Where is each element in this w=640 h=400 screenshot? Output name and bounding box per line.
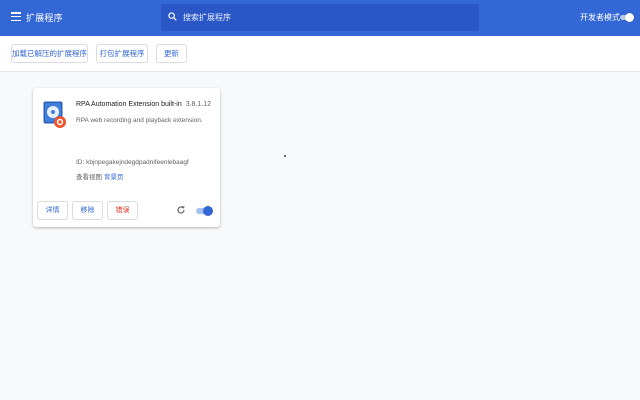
extension-id: ID: kbjnpegakejndegdpadnifeenlebaagf xyxy=(76,159,189,166)
pack-extension-button[interactable]: 打包扩展程序 xyxy=(96,44,148,63)
extension-version: 3.8.1.12 xyxy=(185,101,212,108)
toolbar: 加载已解压的扩展程序 打包扩展程序 更新 xyxy=(0,36,640,72)
remove-button[interactable]: 移除 xyxy=(72,201,103,220)
details-button[interactable]: 详情 xyxy=(37,201,68,220)
extensions-list: RPA Automation Extension built-in 3.8.1.1… xyxy=(0,72,640,400)
extension-id-label: ID: xyxy=(76,159,85,166)
inspect-views-label: 查看视图 xyxy=(76,174,102,181)
search-icon xyxy=(168,12,177,21)
search-box[interactable] xyxy=(161,4,479,31)
extension-description: RPA web recording and playback extension… xyxy=(76,117,203,124)
update-button[interactable]: 更新 xyxy=(156,44,187,63)
background-page-link[interactable]: 背景页 xyxy=(104,174,124,181)
extension-card: RPA Automation Extension built-in 3.8.1.1… xyxy=(33,88,220,227)
rpa-extension-icon xyxy=(43,101,66,128)
dev-mode-label: 开发者模式 xyxy=(580,13,620,22)
menu-icon[interactable] xyxy=(11,12,21,22)
extension-name-text: RPA Automation Extension built-in xyxy=(76,101,182,108)
load-unpacked-button[interactable]: 加载已解压的扩展程序 xyxy=(11,44,88,63)
page-title: 扩展程序 xyxy=(26,13,63,23)
inspect-views: 查看视图 背景页 xyxy=(76,171,124,181)
reload-icon[interactable] xyxy=(176,205,186,215)
stray-dot xyxy=(284,155,286,157)
extension-name: RPA Automation Extension built-in 3.8.1.1… xyxy=(76,101,211,108)
search-input[interactable] xyxy=(181,9,471,26)
dev-mode-toggle[interactable] xyxy=(619,13,634,22)
errors-button[interactable]: 错误 xyxy=(107,201,138,220)
top-bar: 扩展程序 开发者模式 xyxy=(0,0,640,36)
extension-enable-toggle[interactable] xyxy=(195,205,213,216)
extension-id-value: kbjnpegakejndegdpadnifeenlebaagf xyxy=(86,159,189,166)
